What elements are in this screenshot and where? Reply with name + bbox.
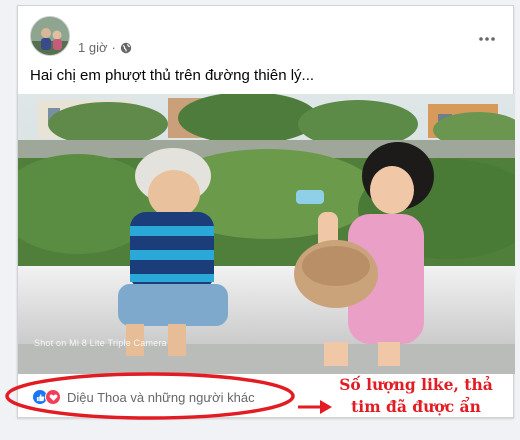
reactions-text[interactable]: Diệu Thoa và những người khác [67, 390, 255, 405]
more-options-button[interactable] [473, 30, 501, 48]
meta-separator: · [111, 39, 116, 55]
globe-icon[interactable] [120, 41, 132, 54]
avatar[interactable] [30, 16, 70, 56]
post-header: 1 giờ · [30, 16, 501, 58]
post-timestamp[interactable]: 1 giờ [78, 40, 108, 55]
post-meta: 1 giờ · [78, 38, 132, 56]
reactions-summary[interactable]: Diệu Thoa và những người khác [32, 386, 255, 408]
photo-image [18, 94, 515, 374]
more-horizontal-icon [479, 37, 495, 41]
love-icon [45, 389, 61, 405]
annotation-line-1: Số lượng like, thả [339, 375, 493, 394]
annotation-text: Số lượng like, thả tim đã được ẩn [318, 374, 514, 418]
camera-watermark: Shot on Mi 8 Lite Triple Camera [34, 338, 167, 348]
post-card: 1 giờ · Hai chị em phượt thủ trên đường … [17, 5, 515, 418]
post-text: Hai chị em phượt thủ trên đường thiên lý… [30, 67, 315, 84]
annotation-line-2: tim đã được ẩn [351, 397, 481, 416]
reaction-icons [32, 389, 61, 405]
post-photo[interactable]: Shot on Mi 8 Lite Triple Camera [18, 94, 515, 374]
